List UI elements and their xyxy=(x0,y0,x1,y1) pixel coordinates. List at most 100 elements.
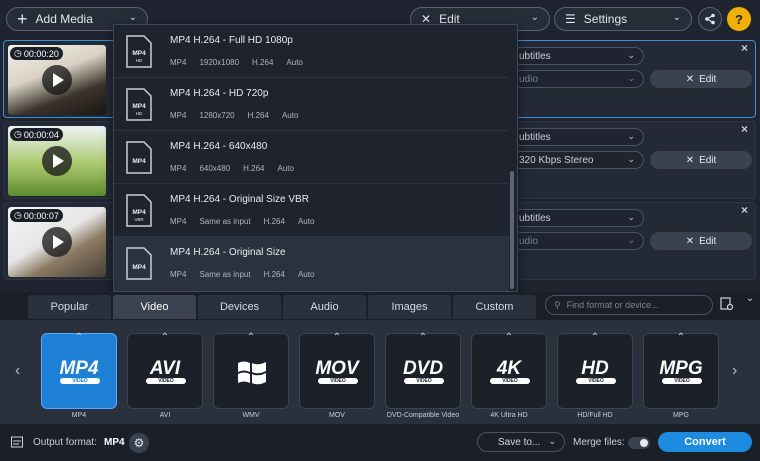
subtitles-dropdown[interactable]: ubtitles ⌄ xyxy=(512,209,644,227)
clock-icon: ◷ xyxy=(14,129,22,139)
video-thumbnail[interactable]: ◷ 00:00:07 xyxy=(8,207,106,277)
play-icon[interactable] xyxy=(42,227,72,257)
format-mpg[interactable]: ⌃ MPG VIDEO xyxy=(643,332,719,409)
chevron-up-icon: ⌃ xyxy=(160,332,170,343)
output-settings-button[interactable]: ⚙ xyxy=(129,433,149,453)
preset-dropdown-list[interactable]: MP4 HD MP4 H.264 - Full HD 1080p MP4 1920x… xyxy=(113,24,518,292)
row-edit-button[interactable]: ✕ Edit xyxy=(650,70,752,88)
clock-icon: ◷ xyxy=(14,48,22,58)
tab-devices[interactable]: Devices xyxy=(198,295,281,319)
settings-label: Settings xyxy=(583,12,628,26)
chevron-down-icon[interactable]: ⌄ xyxy=(129,12,137,23)
preset-item[interactable]: MP4 MP4 H.264 - 640x480 MP4 640x480 H.264 A… xyxy=(114,131,509,184)
wrench-icon: ✕ xyxy=(685,73,695,85)
merge-files-toggle[interactable] xyxy=(628,437,650,449)
share-button[interactable] xyxy=(698,7,722,31)
preset-item[interactable]: MP4 VBR MP4 H.264 - Original Size VBR MP4… xyxy=(114,184,509,237)
chevron-down-icon: ⌄ xyxy=(627,131,635,141)
gear-icon: ⚙ xyxy=(133,436,145,450)
convert-button[interactable]: Convert xyxy=(658,432,752,452)
tab-popular[interactable]: Popular xyxy=(28,295,111,319)
search-placeholder: Find format or device... xyxy=(566,300,659,310)
svg-text:MP4: MP4 xyxy=(132,264,146,271)
svg-text:MP4: MP4 xyxy=(132,209,146,216)
tab-audio[interactable]: Audio xyxy=(283,295,366,319)
chevron-up-icon: ⌃ xyxy=(590,332,600,343)
output-format-icon xyxy=(11,436,23,451)
wrench-icon: ✕ xyxy=(685,235,695,247)
preset-meta: MP4 640x480 H.264 Auto xyxy=(170,164,294,173)
add-media-label: Add Media xyxy=(35,12,93,26)
format-search-input[interactable]: ⚲ Find format or device... xyxy=(545,295,713,315)
subtitles-dropdown[interactable]: ubtitles ⌄ xyxy=(512,47,644,65)
duration-badge: ◷ 00:00:04 xyxy=(10,128,63,141)
video-thumbnail[interactable]: ◷ 00:00:20 xyxy=(8,45,106,115)
search-icon: ⚲ xyxy=(554,299,561,310)
preset-title: MP4 H.264 - Original Size xyxy=(170,247,286,258)
format-avi[interactable]: ⌃ AVI VIDEO xyxy=(127,332,203,409)
audio-dropdown[interactable]: 320 Kbps Stereo ⌄ xyxy=(512,151,644,169)
duration-badge: ◷ 00:00:20 xyxy=(10,47,63,60)
close-icon[interactable]: × xyxy=(741,41,748,55)
video-file-icon: MP4 xyxy=(126,247,152,280)
video-thumbnail[interactable]: ◷ 00:00:04 xyxy=(8,126,106,196)
preset-meta: MP4 Same as input H.264 Auto xyxy=(170,270,315,279)
close-icon[interactable]: × xyxy=(741,203,748,217)
tab-video[interactable]: Video xyxy=(113,295,196,319)
preset-meta: MP4 Same as input H.264 Auto xyxy=(170,217,315,226)
format-settings-icon[interactable] xyxy=(720,297,736,313)
audio-dropdown[interactable]: udio ⌄ xyxy=(512,70,644,88)
chevron-down-icon: ⌄ xyxy=(627,73,635,83)
video-file-icon: MP4 xyxy=(126,141,152,174)
chevron-up-icon: ⌃ xyxy=(332,332,342,343)
preset-item[interactable]: MP4 HD MP4 H.264 - HD 720p MP4 1280x720 H.2… xyxy=(114,78,509,131)
tab-custom[interactable]: Custom xyxy=(453,295,536,319)
merge-files-label: Merge files: xyxy=(573,437,625,448)
save-to-dropdown[interactable]: Save to... ⌄ xyxy=(477,432,565,452)
preset-title: MP4 H.264 - Full HD 1080p xyxy=(170,35,293,46)
collapse-panel-icon[interactable]: ⌄ xyxy=(740,293,760,307)
subtitles-dropdown[interactable]: ubtitles ⌄ xyxy=(512,128,644,146)
audio-dropdown[interactable]: udio ⌄ xyxy=(512,232,644,250)
chevron-left-icon[interactable]: ‹ xyxy=(15,362,20,380)
play-icon[interactable] xyxy=(42,65,72,95)
output-format-label: Output format: xyxy=(33,437,97,448)
wrench-icon: ✕ xyxy=(685,154,695,166)
format-dvd[interactable]: ⌃ DVD VIDEO xyxy=(385,332,461,409)
format-label: HD/Full HD xyxy=(577,412,613,419)
svg-text:MP4: MP4 xyxy=(132,158,146,165)
chevron-down-icon: ⌄ xyxy=(530,12,539,23)
format-label: MOV xyxy=(329,412,345,419)
video-file-icon: MP4HD xyxy=(126,35,152,68)
format-mov[interactable]: ⌃ MOV VIDEO xyxy=(299,332,375,409)
chevron-down-icon: ⌄ xyxy=(627,154,635,164)
close-icon[interactable]: × xyxy=(741,122,748,136)
preset-item[interactable]: MP4 MP4 H.264 - Original Size MP4 Same as… xyxy=(114,237,509,291)
format-4k[interactable]: ⌃ 4K VIDEO xyxy=(471,332,547,409)
chevron-right-icon[interactable]: › xyxy=(732,362,737,380)
video-file-icon: MP4HD xyxy=(126,88,152,121)
output-format-value: MP4 xyxy=(104,437,125,448)
format-mp4[interactable]: ⌃ MP4 VIDEO xyxy=(41,332,117,409)
tab-images[interactable]: Images xyxy=(368,295,451,319)
play-icon[interactable] xyxy=(42,146,72,176)
help-button[interactable]: ? xyxy=(727,7,751,31)
format-label: 4K Ultra HD xyxy=(490,412,528,419)
preset-title: MP4 H.264 - Original Size VBR xyxy=(170,194,309,205)
format-wmv[interactable]: ⌃ xyxy=(213,332,289,409)
preset-meta: MP4 1920x1080 H.264 Auto xyxy=(170,58,303,67)
svg-text:VBR: VBR xyxy=(134,217,144,222)
format-label: AVI xyxy=(159,412,171,419)
scrollbar[interactable] xyxy=(510,171,514,289)
row-edit-button[interactable]: ✕ Edit xyxy=(650,232,752,250)
format-hd[interactable]: ⌃ HD VIDEO xyxy=(557,332,633,409)
share-icon xyxy=(705,13,715,25)
format-label: MP4 xyxy=(71,412,87,419)
svg-text:MP4: MP4 xyxy=(132,103,146,110)
row-edit-button[interactable]: ✕ Edit xyxy=(650,151,752,169)
chevron-up-icon: ⌃ xyxy=(418,332,428,343)
preset-title: MP4 H.264 - HD 720p xyxy=(170,88,269,99)
chevron-down-icon: ⌄ xyxy=(672,12,681,23)
preset-item[interactable]: MP4 HD MP4 H.264 - Full HD 1080p MP4 1920x… xyxy=(114,25,509,78)
settings-button[interactable]: ☰ Settings ⌄ xyxy=(554,7,692,31)
